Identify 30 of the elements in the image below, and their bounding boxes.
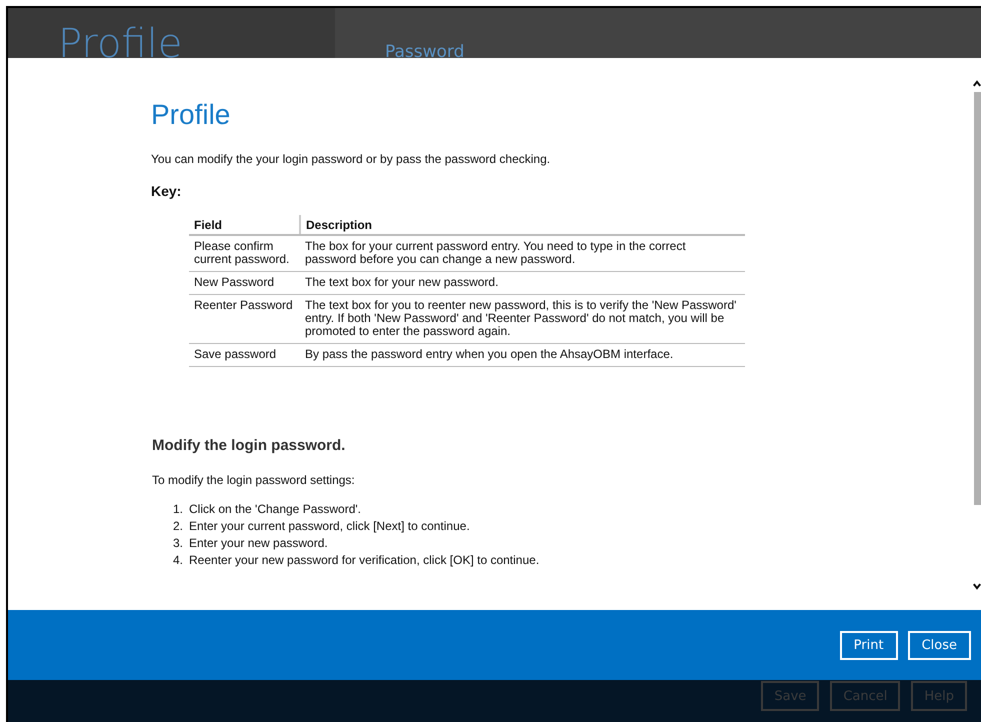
section-heading: Modify the login password. bbox=[152, 437, 346, 454]
scrollbar-thumb[interactable] bbox=[974, 92, 981, 505]
intro-text: You can modify the your login password or by pass the password checking. bbox=[151, 152, 552, 166]
dialog-button[interactable]: Print bbox=[840, 630, 898, 660]
table-cell: By pass the password entry when you open the AhsayOBM interface. bbox=[300, 344, 745, 366]
column-header: Field bbox=[189, 215, 300, 235]
scroll-up-icon[interactable] bbox=[973, 80, 981, 87]
step-number: 4. bbox=[172, 552, 183, 569]
table-cell: Please confirm current password. bbox=[189, 235, 300, 272]
step-text: Click on the 'Change Password'. bbox=[189, 501, 362, 518]
step-number: 1. bbox=[172, 501, 183, 518]
table-cell: The text box for your new password. bbox=[300, 272, 745, 294]
key-heading: Key: bbox=[151, 183, 182, 199]
step-text: Enter your current password, click [Next] to continue. bbox=[189, 518, 470, 535]
table-cell: Reenter Password bbox=[189, 294, 300, 344]
step-number: 2. bbox=[172, 518, 183, 535]
step-text: Enter your new password. bbox=[189, 535, 328, 552]
table-cell: The text box for you to reenter new password, this is to verify the 'New Password' entry. If both 'New Password' and 'Reenter Password' do not match, you will be promoted to enter the password again. bbox=[300, 294, 745, 344]
help-title: Profile bbox=[151, 98, 232, 132]
table-cell: New Password bbox=[189, 272, 300, 294]
step-text: Reenter your new password for verification, click [OK] to continue. bbox=[189, 552, 540, 569]
instruction-text: To modify the login password settings: bbox=[152, 473, 356, 487]
step-number: 3. bbox=[172, 535, 183, 552]
page-title: Profile bbox=[58, 24, 182, 58]
table-cell: The box for your current password entry. You need to type in the correct password before you can change a new password. bbox=[300, 235, 745, 272]
scroll-down-icon[interactable] bbox=[973, 583, 981, 590]
table-cell: Save password bbox=[189, 344, 300, 366]
section-tab[interactable]: Password bbox=[385, 44, 464, 58]
column-header: Description bbox=[300, 215, 745, 235]
dialog-button[interactable]: Close bbox=[908, 630, 971, 660]
